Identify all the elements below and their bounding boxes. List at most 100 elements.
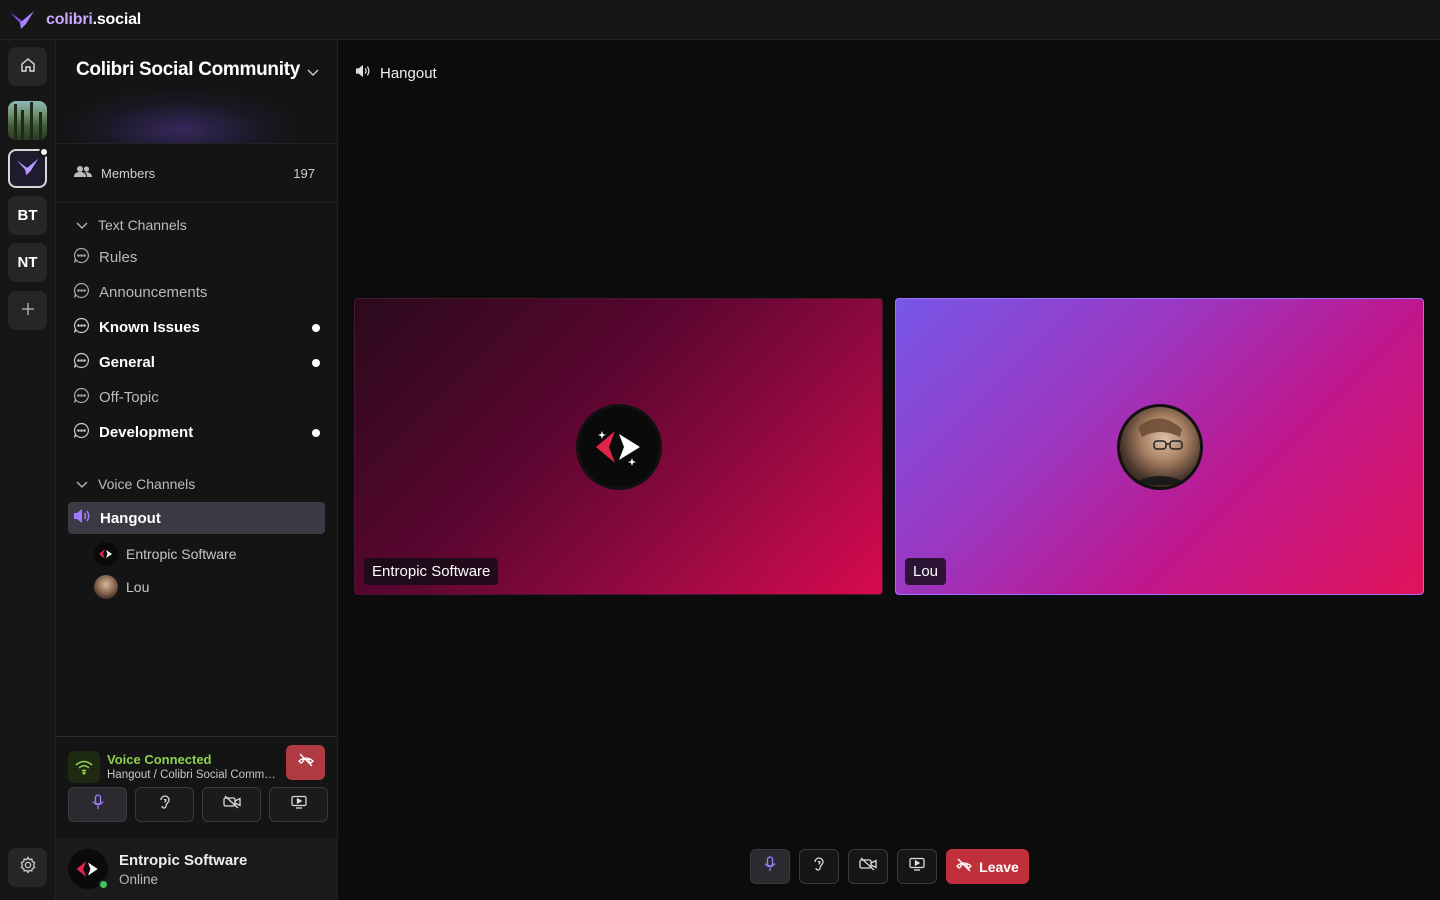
notification-dot — [39, 147, 49, 157]
unread-dot — [312, 428, 320, 437]
microphone-icon — [764, 856, 776, 877]
channel-label: Development — [99, 424, 194, 441]
add-server-button[interactable] — [8, 291, 47, 330]
plus-icon — [20, 301, 36, 321]
disconnect-button[interactable] — [286, 745, 325, 780]
voice-channel-hangout[interactable]: Hangout — [68, 502, 325, 534]
screen-share-button[interactable] — [269, 787, 328, 822]
server-colibri-button[interactable] — [8, 147, 49, 188]
server-forest-button[interactable] — [8, 101, 47, 140]
voice-connected-panel: Voice Connected Hangout / Colibri Social… — [56, 736, 337, 838]
camera-off-icon — [222, 795, 241, 814]
user-name: Entropic Software — [119, 851, 248, 869]
call-controls: Leave — [750, 849, 1029, 884]
user-avatar — [68, 849, 109, 890]
colibri-logo-icon — [10, 10, 36, 30]
hang-up-icon — [297, 753, 314, 772]
voice-user-lou[interactable]: Lou — [56, 570, 337, 603]
server-name: Colibri Social Community — [76, 59, 300, 80]
signal-icon — [68, 751, 100, 783]
members-label: Members — [101, 165, 156, 181]
forest-server-avatar — [8, 101, 47, 140]
server-rail: BT NT — [0, 40, 55, 900]
chat-bubble-icon — [73, 282, 90, 303]
ear-icon — [812, 856, 826, 877]
channel-label: Off-Topic — [99, 389, 159, 406]
chat-bubble-icon — [73, 317, 90, 338]
channel-sidebar: Colibri Social Community Members 197 Tex… — [55, 40, 338, 900]
camera-off-icon — [859, 857, 877, 876]
category-label: Voice Channels — [98, 476, 196, 492]
leave-button[interactable]: Leave — [946, 849, 1029, 884]
channel-rules[interactable]: Rules — [56, 240, 337, 275]
voice-connected-title: Voice Connected — [107, 752, 212, 767]
gear-icon — [19, 856, 37, 879]
deafen-button[interactable] — [799, 849, 839, 884]
mic-button[interactable] — [68, 787, 127, 822]
participant-name: Entropic Software — [364, 558, 499, 585]
server-nt-label: NT — [17, 254, 38, 271]
home-icon — [20, 57, 36, 77]
members-count: 197 — [293, 165, 315, 181]
channel-known-issues[interactable]: Known Issues — [56, 310, 337, 345]
voice-user-entropic[interactable]: Entropic Software — [56, 537, 337, 570]
home-button[interactable] — [8, 47, 47, 86]
members-row[interactable]: Members 197 — [56, 144, 337, 203]
voice-channel-label: Hangout — [100, 509, 161, 527]
chat-bubble-icon — [73, 422, 90, 443]
channel-label: Known Issues — [99, 319, 200, 336]
user-status: Online — [119, 871, 159, 887]
voice-user-name: Lou — [126, 578, 150, 595]
chat-bubble-icon — [73, 387, 90, 408]
participant-tile-entropic[interactable]: Entropic Software — [354, 298, 883, 595]
speaker-icon — [354, 64, 372, 82]
hang-up-icon — [956, 858, 973, 875]
channel-general[interactable]: General — [56, 345, 337, 380]
ear-icon — [158, 794, 172, 815]
participant-tile-lou[interactable]: Lou — [895, 298, 1424, 595]
channel-label: Rules — [99, 249, 138, 266]
server-bt-button[interactable]: BT — [8, 196, 47, 235]
members-icon — [74, 165, 92, 181]
voice-user-name: Entropic Software — [126, 545, 237, 562]
top-bar: colibri.social — [0, 0, 1440, 40]
server-nt-button[interactable]: NT — [8, 243, 47, 282]
online-status-dot — [98, 879, 109, 890]
deafen-button[interactable] — [135, 787, 194, 822]
camera-button[interactable] — [202, 787, 261, 822]
unread-dot — [312, 358, 320, 367]
channel-announcements[interactable]: Announcements — [56, 275, 337, 310]
voice-channels-category[interactable]: Voice Channels — [56, 469, 337, 499]
channel-off-topic[interactable]: Off-Topic — [56, 380, 337, 415]
server-bt-label: BT — [17, 207, 38, 224]
entropic-avatar — [94, 541, 118, 566]
channel-title: Hangout — [380, 64, 437, 82]
main-area: Hangout Entropic Software Lou Leave — [338, 40, 1440, 900]
chat-bubble-icon — [73, 247, 90, 268]
screen-share-button[interactable] — [897, 849, 937, 884]
voice-connected-subtitle: Hangout / Colibri Social Community — [107, 769, 282, 781]
mic-button[interactable] — [750, 849, 790, 884]
chevron-down-icon[interactable] — [307, 64, 319, 82]
channel-development[interactable]: Development — [56, 415, 337, 450]
screen-share-icon — [909, 857, 925, 876]
camera-button[interactable] — [848, 849, 888, 884]
lou-avatar — [94, 574, 118, 599]
leave-label: Leave — [979, 858, 1019, 875]
channel-header: Hangout — [354, 64, 437, 82]
user-panel[interactable]: Entropic Software Online — [56, 838, 337, 900]
chevron-down-icon — [76, 476, 88, 492]
settings-button[interactable] — [8, 848, 47, 887]
text-channels-category[interactable]: Text Channels — [56, 210, 337, 240]
colibri-server-avatar — [16, 157, 40, 181]
category-label: Text Channels — [98, 217, 187, 233]
screen-share-icon — [290, 795, 307, 814]
chevron-down-icon — [76, 217, 88, 233]
microphone-icon — [91, 794, 104, 815]
speaker-icon — [72, 508, 92, 528]
channel-label: Announcements — [99, 284, 208, 301]
entropic-avatar — [575, 403, 662, 490]
channel-label: General — [99, 354, 155, 371]
brand-name: colibri.social — [46, 10, 142, 28]
server-header[interactable]: Colibri Social Community — [56, 40, 337, 144]
